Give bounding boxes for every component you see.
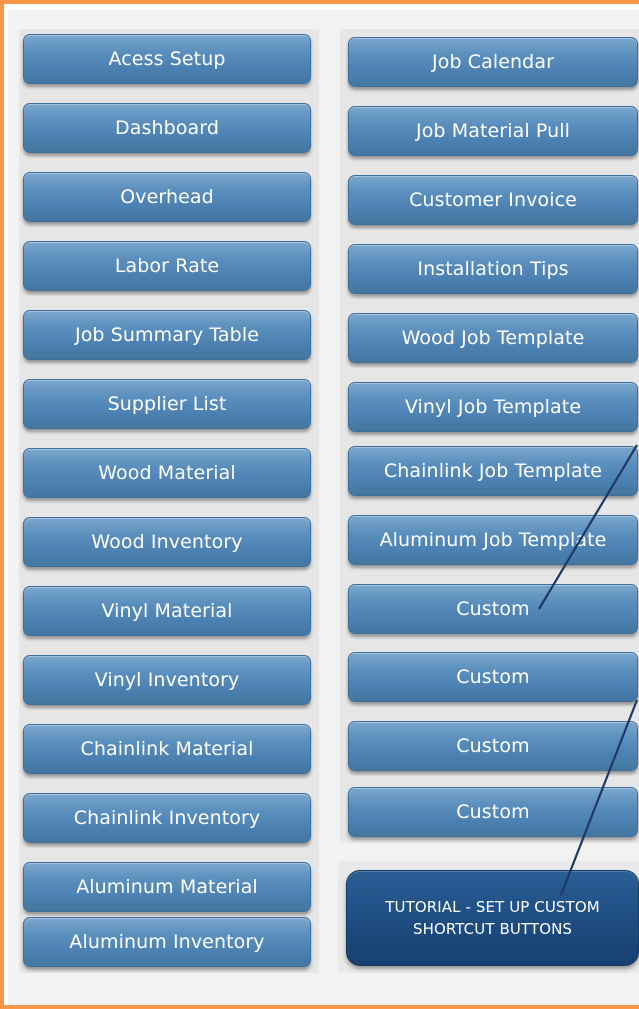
vinyl-inventory-button[interactable]: Vinyl Inventory (23, 655, 311, 705)
job-summary-table-button[interactable]: Job Summary Table (23, 310, 311, 360)
custom-button-2[interactable]: Custom (348, 652, 638, 702)
custom-button-4[interactable]: Custom (348, 787, 638, 837)
vinyl-material-button[interactable]: Vinyl Material (23, 586, 311, 636)
dashboard-button[interactable]: Dashboard (23, 103, 311, 153)
chainlink-material-button[interactable]: Chainlink Material (23, 724, 311, 774)
customer-invoice-button[interactable]: Customer Invoice (348, 175, 638, 225)
tutorial-setup-custom-button[interactable]: TUTORIAL - SET UP CUSTOM SHORTCUT BUTTON… (346, 870, 639, 966)
wood-inventory-button[interactable]: Wood Inventory (23, 517, 311, 567)
chainlink-inventory-button[interactable]: Chainlink Inventory (23, 793, 311, 843)
job-material-pull-button[interactable]: Job Material Pull (348, 106, 638, 156)
aluminum-material-button[interactable]: Aluminum Material (23, 862, 311, 912)
custom-button-1[interactable]: Custom (348, 584, 638, 634)
overhead-button[interactable]: Overhead (23, 172, 311, 222)
acess-setup-button[interactable]: Acess Setup (23, 34, 311, 84)
custom-button-3[interactable]: Custom (348, 721, 638, 771)
installation-tips-button[interactable]: Installation Tips (348, 244, 638, 294)
chainlink-job-template-button[interactable]: Chainlink Job Template (348, 446, 638, 496)
aluminum-inventory-button[interactable]: Aluminum Inventory (23, 917, 311, 967)
supplier-list-button[interactable]: Supplier List (23, 379, 311, 429)
vinyl-job-template-button[interactable]: Vinyl Job Template (348, 382, 638, 432)
tutorial-label-line1: TUTORIAL - SET UP CUSTOM (385, 898, 600, 916)
aluminum-job-template-button[interactable]: Aluminum Job Template (348, 515, 638, 565)
tutorial-label-line2: SHORTCUT BUTTONS (412, 920, 573, 938)
wood-job-template-button[interactable]: Wood Job Template (348, 313, 638, 363)
wood-material-button[interactable]: Wood Material (23, 448, 311, 498)
labor-rate-button[interactable]: Labor Rate (23, 241, 311, 291)
job-calendar-button[interactable]: Job Calendar (348, 37, 638, 87)
